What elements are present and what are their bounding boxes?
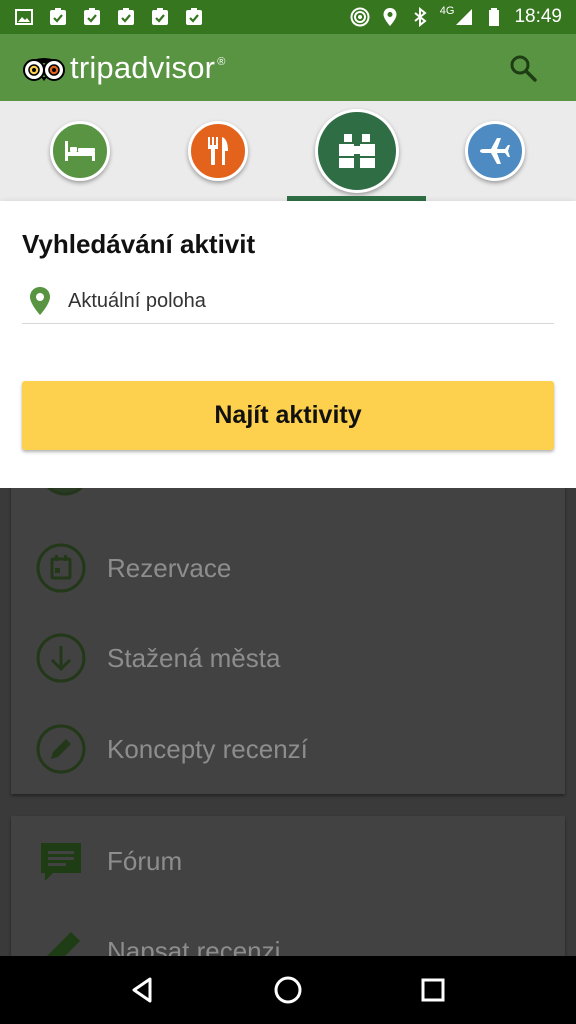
checklist-icon <box>84 8 100 25</box>
bed-icon <box>65 141 95 161</box>
location-field[interactable]: Aktuální poloha <box>22 279 554 324</box>
menu-item-review-drafts[interactable]: Koncepty recenzí <box>11 704 565 794</box>
network-label: 4G <box>439 5 455 17</box>
battery-icon <box>489 8 500 26</box>
logo-registered-mark: ® <box>217 55 226 68</box>
app-bar: tripadvisor ® <box>0 34 576 101</box>
pencil-icon <box>47 932 80 956</box>
system-icons: 4G 18:49 <box>350 5 562 28</box>
category-restaurants-circle <box>188 121 248 181</box>
search-icon[interactable] <box>508 53 538 83</box>
category-restaurants[interactable] <box>168 101 268 201</box>
menu-card: Fórum Napsat recenzi <box>11 816 565 956</box>
recents-button[interactable] <box>413 970 453 1010</box>
partial-circle-icon <box>47 488 83 496</box>
navigation-bar <box>0 956 576 1024</box>
menu-card: Rezervace Stažená města Koncepty recenzí <box>11 488 565 794</box>
menu-item-write-review[interactable]: Napsat recenzi <box>11 906 565 956</box>
checklist-icon <box>50 8 66 25</box>
airplane-icon <box>480 138 510 164</box>
status-time: 18:49 <box>514 6 562 27</box>
image-icon <box>15 9 33 25</box>
back-button[interactable] <box>123 970 163 1010</box>
status-bar: 4G 18:49 <box>0 0 576 34</box>
logo-text: tripadvisor <box>70 49 216 85</box>
download-icon <box>36 633 86 683</box>
menu-item-label: Rezervace <box>107 552 232 583</box>
checklist-icon <box>152 8 168 25</box>
dimmed-menu: Rezervace Stažená města Koncepty recenzí <box>0 488 576 956</box>
menu-item-label: Koncepty recenzí <box>107 733 308 764</box>
home-icon <box>274 976 302 1004</box>
menu-item-label: Napsat recenzi <box>107 935 281 957</box>
owl-logo-icon <box>23 57 65 81</box>
menu-item-label: Fórum <box>107 845 183 876</box>
bluetooth-icon <box>414 7 427 27</box>
category-flights[interactable] <box>445 101 545 201</box>
location-icon <box>383 8 397 26</box>
home-button[interactable] <box>268 970 308 1010</box>
pencil-circle-icon <box>36 724 86 774</box>
category-hotels-circle <box>50 121 110 181</box>
activity-search-panel: Vyhledávání aktivit Aktuální poloha Nají… <box>0 201 576 488</box>
category-things-to-do[interactable] <box>287 101 426 201</box>
menu-item-forum[interactable]: Fórum <box>11 816 565 906</box>
category-flights-circle <box>465 121 525 181</box>
panel-title: Vyhledávání aktivit <box>22 229 256 259</box>
category-hotels[interactable] <box>30 101 130 201</box>
calendar-icon <box>36 543 86 593</box>
menu-item-reservations[interactable]: Rezervace <box>11 523 565 613</box>
hotspot-icon <box>350 7 370 27</box>
tripadvisor-logo[interactable]: tripadvisor ® <box>22 50 226 86</box>
location-pin-icon <box>30 287 50 315</box>
category-things-to-do-circle <box>314 109 399 193</box>
find-activities-button[interactable]: Najít aktivity <box>22 381 554 450</box>
back-icon <box>132 977 152 1003</box>
fork-knife-icon <box>208 137 228 165</box>
binoculars-icon <box>338 134 375 168</box>
menu-item-label: Stažená města <box>107 642 281 673</box>
menu-item-downloaded-cities[interactable]: Stažená města <box>11 613 565 703</box>
notification-icons <box>14 7 204 27</box>
checklist-icon <box>118 8 134 25</box>
recents-icon <box>421 978 445 1002</box>
category-bar <box>0 101 576 201</box>
signal-icon <box>456 9 473 25</box>
forum-icon <box>41 843 81 881</box>
checklist-icon <box>186 8 202 25</box>
location-value: Aktuální poloha <box>68 289 206 312</box>
